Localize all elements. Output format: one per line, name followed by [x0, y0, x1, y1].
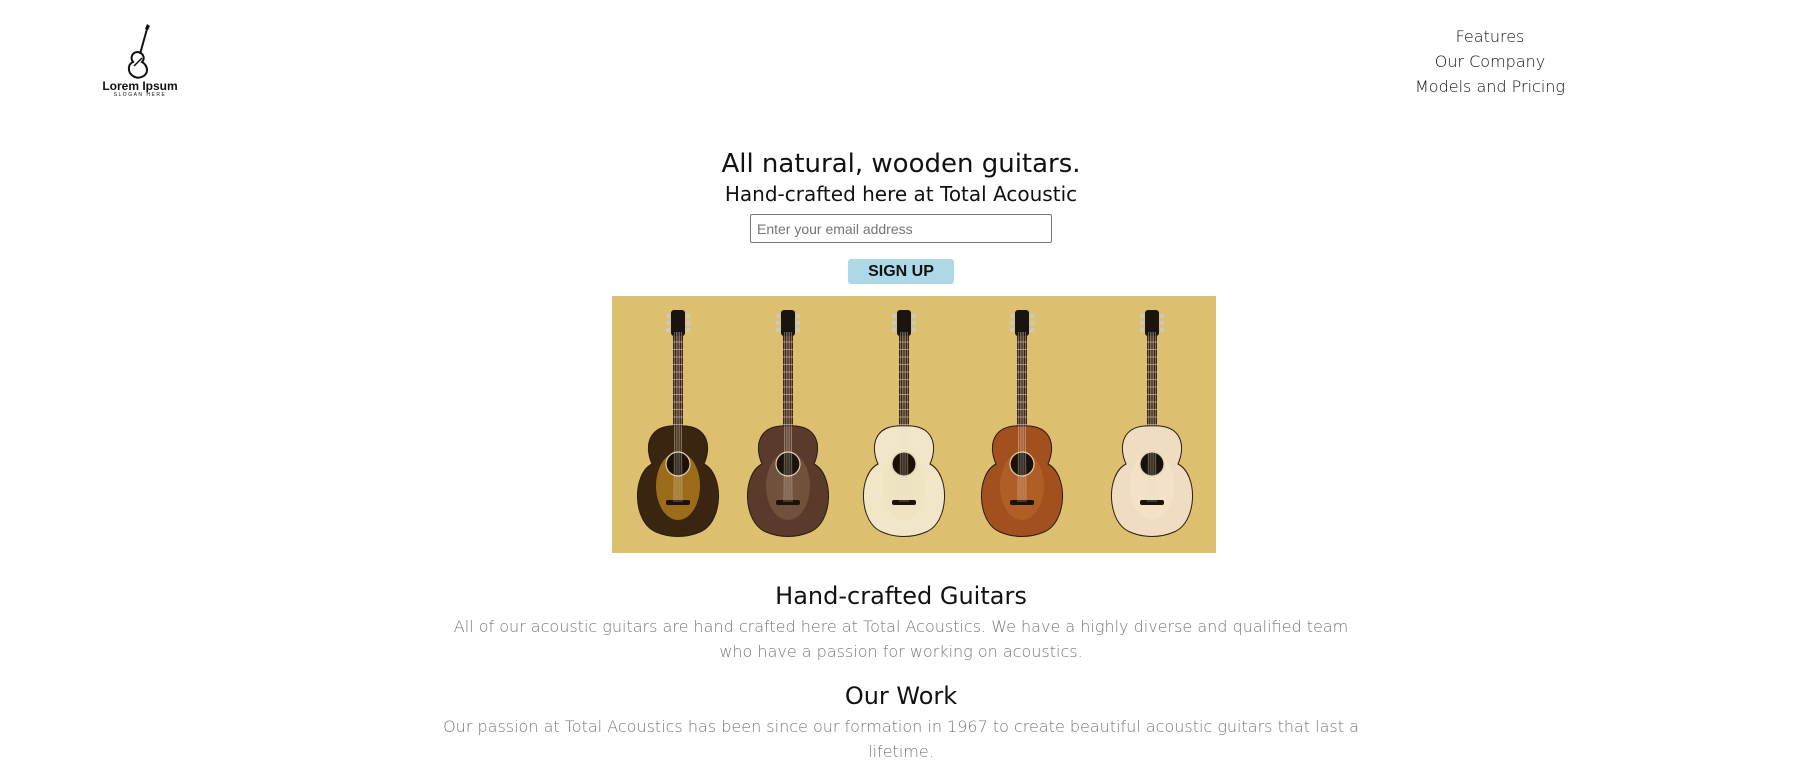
hero-headline: All natural, wooden guitars.: [721, 149, 1081, 179]
brand-name: Lorem Ipsum: [102, 79, 178, 93]
section-title: Hand-crafted Guitars: [775, 582, 1027, 610]
section-text: Our passion at Total Acoustics has been …: [443, 717, 1359, 761]
guitar-icon: [127, 24, 150, 79]
hero-subheadline: Hand-crafted here at Total Acoustic: [724, 182, 1078, 206]
nav-link-features[interactable]: Features: [1456, 24, 1525, 49]
guitar-spruce-cutaway: [1111, 310, 1193, 537]
guitars-banner-image: [612, 296, 1216, 553]
main-nav: Features Our Company Models and Pricing: [1390, 24, 1590, 99]
guitar-natural-cutaway: [863, 310, 945, 537]
section-text: All of our acoustic guitars are hand cra…: [453, 617, 1349, 661]
email-input[interactable]: [750, 214, 1052, 243]
nav-link-models-and-pricing[interactable]: Models and Pricing: [1415, 74, 1565, 99]
guitar-sunburst-dreadnought: [637, 310, 719, 537]
sign-up-button[interactable]: SIGN UP: [848, 259, 954, 284]
section-our-work: Our Work Our passion at Total Acoustics …: [440, 680, 1362, 764]
guitars-illustration: [637, 310, 1193, 537]
hero: All natural, wooden guitars. Hand-crafte…: [0, 148, 1802, 284]
logo[interactable]: Lorem Ipsum SLOGAN HERE: [100, 22, 180, 98]
brand-slogan: SLOGAN HERE: [113, 92, 167, 98]
section-hand-crafted: Hand-crafted Guitars All of our acoustic…: [440, 580, 1362, 664]
guitar-mahogany-grand: [981, 310, 1063, 537]
section-title: Our Work: [844, 682, 958, 710]
nav-link-our-company[interactable]: Our Company: [1435, 49, 1546, 74]
guitar-striped-cutaway: [747, 310, 829, 537]
